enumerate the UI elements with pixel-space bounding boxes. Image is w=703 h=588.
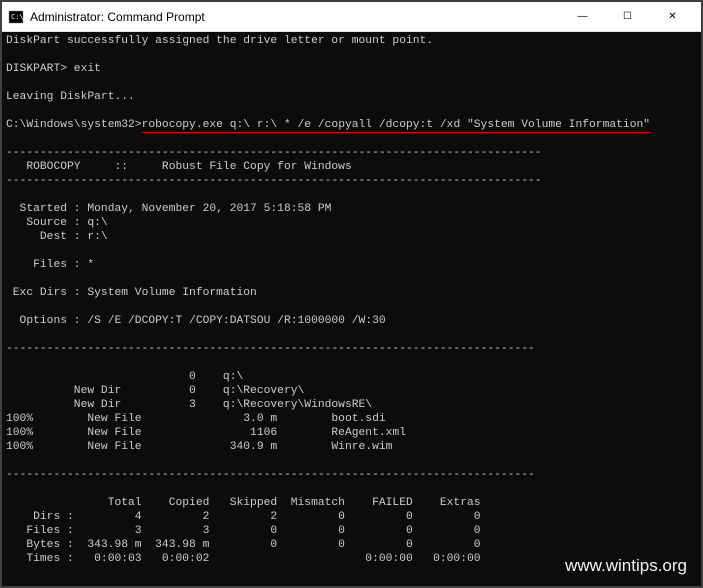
out-line: New Dir 0 q:\Recovery\ [6, 385, 304, 397]
out-line: Leaving DiskPart... [6, 91, 135, 103]
maximize-button[interactable]: ☐ [605, 3, 650, 31]
out-line: Bytes : 343.98 m 343.98 m 0 0 0 0 [6, 539, 481, 551]
out-line: Files : 3 3 0 0 0 0 [6, 525, 481, 537]
out-line: DISKPART> exit [6, 63, 101, 75]
window-title: Administrator: Command Prompt [30, 10, 560, 24]
out-line: ----------------------------------------… [6, 147, 542, 159]
out-line: 100% New File 3.0 m boot.sdi [6, 413, 386, 425]
out-line: 0 q:\ [6, 371, 243, 383]
minimize-button[interactable]: — [560, 3, 605, 31]
out-line: DiskPart successfully assigned the drive… [6, 35, 433, 47]
robocopy-command: robocopy.exe q:\ r:\ * /e /copyall /dcop… [142, 119, 650, 133]
out-line: ----------------------------------------… [6, 175, 542, 187]
out-line: 100% New File 1106 ReAgent.xml [6, 427, 406, 439]
terminal-output[interactable]: DiskPart successfully assigned the drive… [2, 32, 701, 586]
out-line: Options : /S /E /DCOPY:T /COPY:DATSOU /R… [6, 315, 386, 327]
titlebar: C:\ Administrator: Command Prompt — ☐ ✕ [2, 2, 701, 32]
out-line: Started : Monday, November 20, 2017 5:18… [6, 203, 331, 215]
out-line: Times : 0:00:03 0:00:02 0:00:00 0:00:00 [6, 553, 481, 565]
out-line: Exc Dirs : System Volume Information [6, 287, 257, 299]
close-button[interactable]: ✕ [650, 3, 695, 31]
svg-text:C:\: C:\ [11, 13, 24, 21]
out-line: New Dir 3 q:\Recovery\WindowsRE\ [6, 399, 372, 411]
cmd-icon: C:\ [8, 9, 24, 25]
out-line: 100% New File 340.9 m Winre.wim [6, 441, 392, 453]
out-line: Source : q:\ [6, 217, 108, 229]
out-line: ----------------------------------------… [6, 343, 535, 355]
out-line: Dirs : 4 2 2 0 0 0 [6, 511, 481, 523]
window-controls: — ☐ ✕ [560, 3, 695, 31]
out-line: Dest : r:\ [6, 231, 108, 243]
out-line: ----------------------------------------… [6, 469, 535, 481]
prompt: C:\Windows\system32> [6, 119, 142, 131]
out-line: Total Copied Skipped Mismatch FAILED Ext… [6, 497, 481, 509]
out-line: ROBOCOPY :: Robust File Copy for Windows [6, 161, 352, 173]
watermark: www.wintips.org [565, 556, 687, 576]
out-line: Files : * [6, 259, 94, 271]
